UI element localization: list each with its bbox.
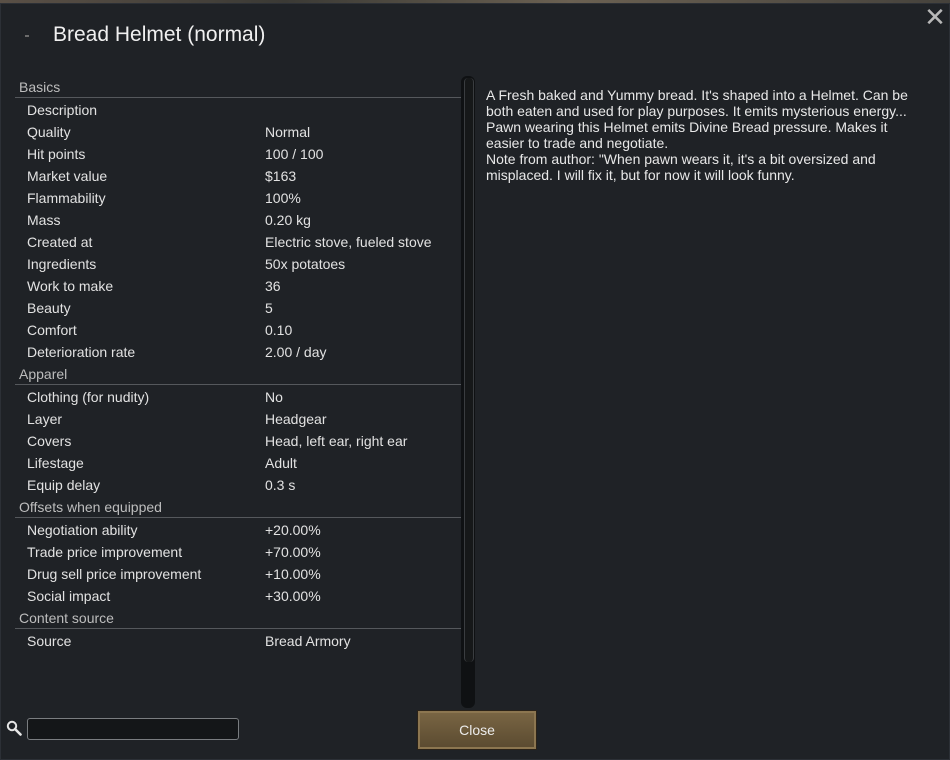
stat-value: 2.00 / day: [265, 344, 327, 360]
stat-label: Ingredients: [27, 256, 97, 272]
stat-label: Covers: [27, 433, 72, 449]
stat-value: +10.00%: [265, 566, 321, 582]
stat-value: 0.10: [265, 322, 293, 338]
stat-value: Adult: [265, 455, 297, 471]
info-window: ✕ Bread Helmet (normal) Basics Descripti…: [0, 3, 950, 760]
stat-value: 50x potatoes: [265, 256, 346, 272]
stat-value: Normal: [265, 124, 311, 140]
stat-row[interactable]: Flammability 100%: [15, 187, 461, 209]
description-paragraph: Note from author: "When pawn wears it, i…: [486, 151, 876, 183]
stat-row[interactable]: Layer Headgear: [15, 408, 461, 430]
stat-row[interactable]: Social impact +30.00%: [15, 585, 461, 607]
close-icon[interactable]: ✕: [923, 4, 947, 30]
stat-row[interactable]: Source Bread Armory: [15, 630, 461, 652]
stat-label: Flammability: [27, 190, 106, 206]
stat-row[interactable]: Beauty 5: [15, 297, 461, 319]
stat-row[interactable]: Covers Head, left ear, right ear: [15, 430, 461, 452]
stat-value: No: [265, 389, 283, 405]
stat-value: +70.00%: [265, 544, 321, 560]
stat-value: $163: [265, 168, 297, 184]
description-paragraph: A Fresh baked and Yummy bread. It's shap…: [486, 87, 908, 119]
stat-label: Deterioration rate: [27, 344, 136, 360]
stat-label: Work to make: [27, 278, 114, 294]
description-paragraph: Pawn wearing this Helmet emits Divine Br…: [486, 119, 888, 151]
stat-value: Headgear: [265, 411, 327, 427]
search-input[interactable]: [27, 718, 239, 740]
stat-value: 5: [265, 300, 273, 316]
section-header-apparel: Apparel: [15, 363, 461, 385]
stat-row[interactable]: Negotiation ability +20.00%: [15, 519, 461, 541]
stat-row[interactable]: Clothing (for nudity) No: [15, 386, 461, 408]
stat-row[interactable]: Hit points 100 / 100: [15, 143, 461, 165]
stat-label: Description: [27, 102, 98, 118]
stat-label: Trade price improvement: [27, 544, 183, 560]
stat-label: Lifestage: [27, 455, 84, 471]
stats-scrollbar[interactable]: [461, 76, 475, 708]
stat-value: Electric stove, fueled stove: [265, 234, 432, 250]
stat-label: Quality: [27, 124, 71, 140]
stat-value: 36: [265, 278, 281, 294]
stat-label: Layer: [27, 411, 63, 427]
stat-label: Created at: [27, 234, 93, 250]
window-title: Bread Helmet (normal): [53, 23, 266, 46]
section-header-basics: Basics: [15, 76, 461, 98]
stat-label: Comfort: [27, 322, 77, 338]
stat-value: +20.00%: [265, 522, 321, 538]
stat-row[interactable]: Equip delay 0.3 s: [15, 474, 461, 496]
stat-label: Hit points: [27, 146, 86, 162]
stat-value: +30.00%: [265, 588, 321, 604]
stat-label: Clothing (for nudity): [27, 389, 150, 405]
stat-row[interactable]: Description: [15, 99, 461, 121]
stat-label: Market value: [27, 168, 108, 184]
stat-row[interactable]: Comfort 0.10: [15, 319, 461, 341]
stat-label: Equip delay: [27, 477, 101, 493]
stat-row[interactable]: Trade price improvement +70.00%: [15, 541, 461, 563]
scrollbar-thumb[interactable]: [464, 78, 474, 662]
stats-list: Basics Description Quality Normal Hit poi…: [15, 76, 461, 652]
section-header-offsets: Offsets when equipped: [15, 496, 461, 518]
stat-label: Drug sell price improvement: [27, 566, 202, 582]
stat-row[interactable]: Quality Normal: [15, 121, 461, 143]
search-icon: [6, 720, 22, 736]
stat-row[interactable]: Work to make 36: [15, 275, 461, 297]
stat-row[interactable]: Deterioration rate 2.00 / day: [15, 341, 461, 363]
stat-value: 0.20 kg: [265, 212, 311, 228]
stat-label: Source: [27, 633, 72, 649]
stat-label: Negotiation ability: [27, 522, 138, 538]
item-icon: [25, 35, 29, 37]
stat-row[interactable]: Market value $163: [15, 165, 461, 187]
stat-label: Beauty: [27, 300, 71, 316]
close-button[interactable]: Close: [417, 710, 537, 750]
stat-row[interactable]: Created at Electric stove, fueled stove: [15, 231, 461, 253]
stat-value: 0.3 s: [265, 477, 296, 493]
stat-value: Bread Armory: [265, 633, 351, 649]
stat-row[interactable]: Drug sell price improvement +10.00%: [15, 563, 461, 585]
stat-label: Social impact: [27, 588, 111, 604]
stat-value: Head, left ear, right ear: [265, 433, 408, 449]
stat-label: Mass: [27, 212, 61, 228]
section-header-content-source: Content source: [15, 607, 461, 629]
stat-row[interactable]: Ingredients 50x potatoes: [15, 253, 461, 275]
stat-value: 100%: [265, 190, 301, 206]
item-description: A Fresh baked and Yummy bread. It's shap…: [486, 87, 911, 183]
stat-row[interactable]: Lifestage Adult: [15, 452, 461, 474]
stat-value: 100 / 100: [265, 146, 324, 162]
stat-row[interactable]: Mass 0.20 kg: [15, 209, 461, 231]
